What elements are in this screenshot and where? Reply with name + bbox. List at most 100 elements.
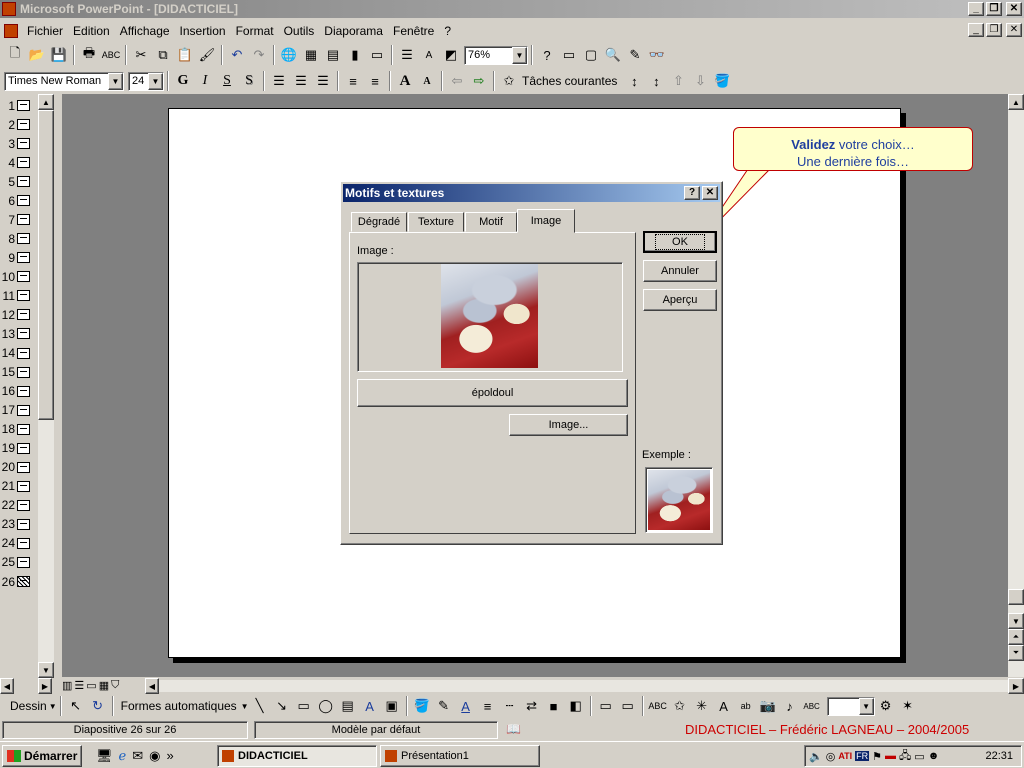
nero-icon[interactable]: ▭ — [914, 750, 924, 763]
dash-style-icon[interactable]: ┄ — [499, 695, 521, 717]
slide-icon[interactable] — [17, 252, 30, 264]
menu-insertion[interactable]: Insertion — [175, 24, 231, 38]
outline-slide-row[interactable]: 8 — [0, 229, 38, 248]
paste-icon[interactable]: 📋 — [174, 44, 196, 66]
bullets-icon[interactable]: ≡ — [364, 70, 386, 92]
more-icon[interactable]: » — [166, 748, 173, 764]
text-box-icon[interactable]: ▤ — [337, 695, 359, 717]
msn-icon[interactable]: ☻ — [928, 750, 940, 762]
chevron-down-icon[interactable]: ▼ — [148, 72, 163, 90]
menu-help[interactable]: ? — [439, 24, 456, 38]
menu-affichage[interactable]: Affichage — [115, 24, 175, 38]
outline-slide-row[interactable]: 7 — [0, 210, 38, 229]
fill-color-icon[interactable]: 🪣 — [711, 70, 733, 92]
outline-slide-row[interactable]: 19 — [0, 439, 38, 458]
slide-sorter-icon[interactable]: ▦ — [99, 679, 109, 692]
new-slide-icon[interactable]: ▭ — [366, 44, 388, 66]
volume-icon[interactable]: 🔈 — [809, 750, 823, 763]
horizontal-scroll-track[interactable] — [159, 680, 1008, 692]
network-icon[interactable]: 🖧 — [899, 747, 911, 766]
spellcheck-icon[interactable]: ABC — [100, 44, 122, 66]
shadow-icon[interactable]: ■ — [543, 695, 565, 717]
outline-slide-row[interactable]: 15 — [0, 363, 38, 382]
common-tasks-label[interactable]: Tâches courantes — [522, 74, 617, 88]
line-color-icon[interactable]: ✎ — [433, 695, 455, 717]
free-rotate-icon[interactable]: ↻ — [87, 695, 109, 717]
binoculars-icon[interactable]: 👓 — [646, 44, 668, 66]
bold-button[interactable]: G — [172, 70, 194, 92]
shadow-button[interactable]: S — [238, 70, 260, 92]
slide-icon[interactable] — [17, 309, 30, 321]
scroll-down-icon[interactable]: ▼ — [38, 662, 54, 678]
slide-icon[interactable] — [17, 366, 30, 378]
animation-text-icon[interactable]: ABC — [647, 695, 669, 717]
insert-chart-icon[interactable]: ▮ — [344, 44, 366, 66]
taskbar-didacticiel[interactable]: DIDACTICIEL — [217, 745, 377, 767]
tab-gradient[interactable]: Dégradé — [351, 212, 407, 232]
scroll-thumb[interactable] — [38, 110, 54, 420]
red-tray-icon[interactable]: ▬ — [885, 750, 896, 762]
help-icon[interactable]: ? — [536, 44, 558, 66]
preview-button[interactable]: Aperçu — [643, 289, 717, 311]
animation-star-icon[interactable]: ✩ — [669, 695, 691, 717]
slide-icon[interactable] — [17, 480, 30, 492]
outline-slide-row[interactable]: 2 — [0, 115, 38, 134]
outline-slide-row[interactable]: 13 — [0, 324, 38, 343]
slide-icon[interactable] — [17, 176, 30, 188]
move-down-icon[interactable]: ⇩ — [689, 70, 711, 92]
font-color-icon[interactable]: A — [455, 695, 477, 717]
arrow-style-icon[interactable]: ⇄ — [521, 695, 543, 717]
line-spacing-icon[interactable]: ↕ — [623, 70, 645, 92]
draw-menu[interactable]: Dessin — [10, 699, 47, 713]
cancel-button[interactable]: Annuler — [643, 260, 717, 282]
tray-app-icon[interactable]: ◎ — [826, 750, 836, 763]
menu-outils[interactable]: Outils — [279, 24, 320, 38]
slide-icon[interactable] — [17, 537, 30, 549]
media-icon[interactable]: ◉ — [149, 748, 160, 764]
language-indicator[interactable]: FR — [855, 751, 870, 761]
slide-icon[interactable] — [17, 214, 30, 226]
slide-scrollbar[interactable]: ▲ ▼ ⏶ ⏷ — [1008, 94, 1024, 677]
scroll-up-icon[interactable]: ▲ — [1008, 94, 1024, 110]
taskbar-presentation1[interactable]: Présentation1 — [380, 745, 540, 767]
menu-fenetre[interactable]: Fenêtre — [388, 24, 439, 38]
fill-color-icon[interactable]: 🪣 — [411, 695, 433, 717]
align-left-icon[interactable]: ☰ — [268, 70, 290, 92]
animation-burst-icon[interactable]: ✳ — [691, 695, 713, 717]
outline-slide-row[interactable]: 9 — [0, 248, 38, 267]
slide-icon[interactable] — [17, 119, 30, 131]
outline-slide-row[interactable]: 16 — [0, 382, 38, 401]
hyperlink-icon[interactable]: 🌐 — [278, 44, 300, 66]
menu-diaporama[interactable]: Diaporama — [319, 24, 388, 38]
outline-slide-row[interactable]: 5 — [0, 172, 38, 191]
outline-scrollbar[interactable]: ▲ ▼ — [38, 94, 54, 678]
undo-icon[interactable]: ↶ — [226, 44, 248, 66]
redo-icon[interactable]: ↷ — [248, 44, 270, 66]
ok-button[interactable]: OK — [643, 231, 717, 253]
close-button[interactable]: ✕ — [1006, 2, 1022, 16]
close-icon[interactable]: ✕ — [702, 186, 718, 200]
color-icon[interactable]: ✎ — [624, 44, 646, 66]
grayscale-icon[interactable]: ◩ — [440, 44, 462, 66]
ie-icon[interactable]: ℯ — [119, 748, 127, 764]
format-painter-icon[interactable]: 🖌 — [196, 44, 218, 66]
slide-view-icon[interactable]: ▭ — [86, 679, 96, 692]
outline-slide-row[interactable]: 1 — [0, 96, 38, 115]
slide-icon[interactable] — [17, 328, 30, 340]
outline-slide-row[interactable]: 10 — [0, 267, 38, 286]
doc-close-button[interactable]: ✕ — [1006, 23, 1022, 37]
scroll-right-icon[interactable]: ▶ — [38, 678, 52, 694]
clipart-icon[interactable]: ▣ — [381, 695, 403, 717]
sound-icon[interactable]: ♪ — [779, 695, 801, 717]
open-icon[interactable]: 📂 — [26, 44, 48, 66]
zoom-combo[interactable]: 76% ▼ — [464, 45, 528, 65]
previous-slide-icon[interactable]: ⏶ — [1008, 629, 1024, 645]
tables-borders-icon[interactable]: ▦ — [300, 44, 322, 66]
outline-slide-row[interactable]: 21 — [0, 477, 38, 496]
next-slide-icon[interactable]: ⏷ — [1008, 645, 1024, 661]
doc-restore-button[interactable]: ❐ — [986, 23, 1002, 37]
slide-show-icon[interactable]: ▢ — [580, 44, 602, 66]
scroll-right-icon[interactable]: ▶ — [1008, 678, 1024, 694]
chevron-down-icon[interactable]: ▼ — [858, 697, 874, 715]
powerpoint-app-icon[interactable] — [2, 2, 16, 16]
